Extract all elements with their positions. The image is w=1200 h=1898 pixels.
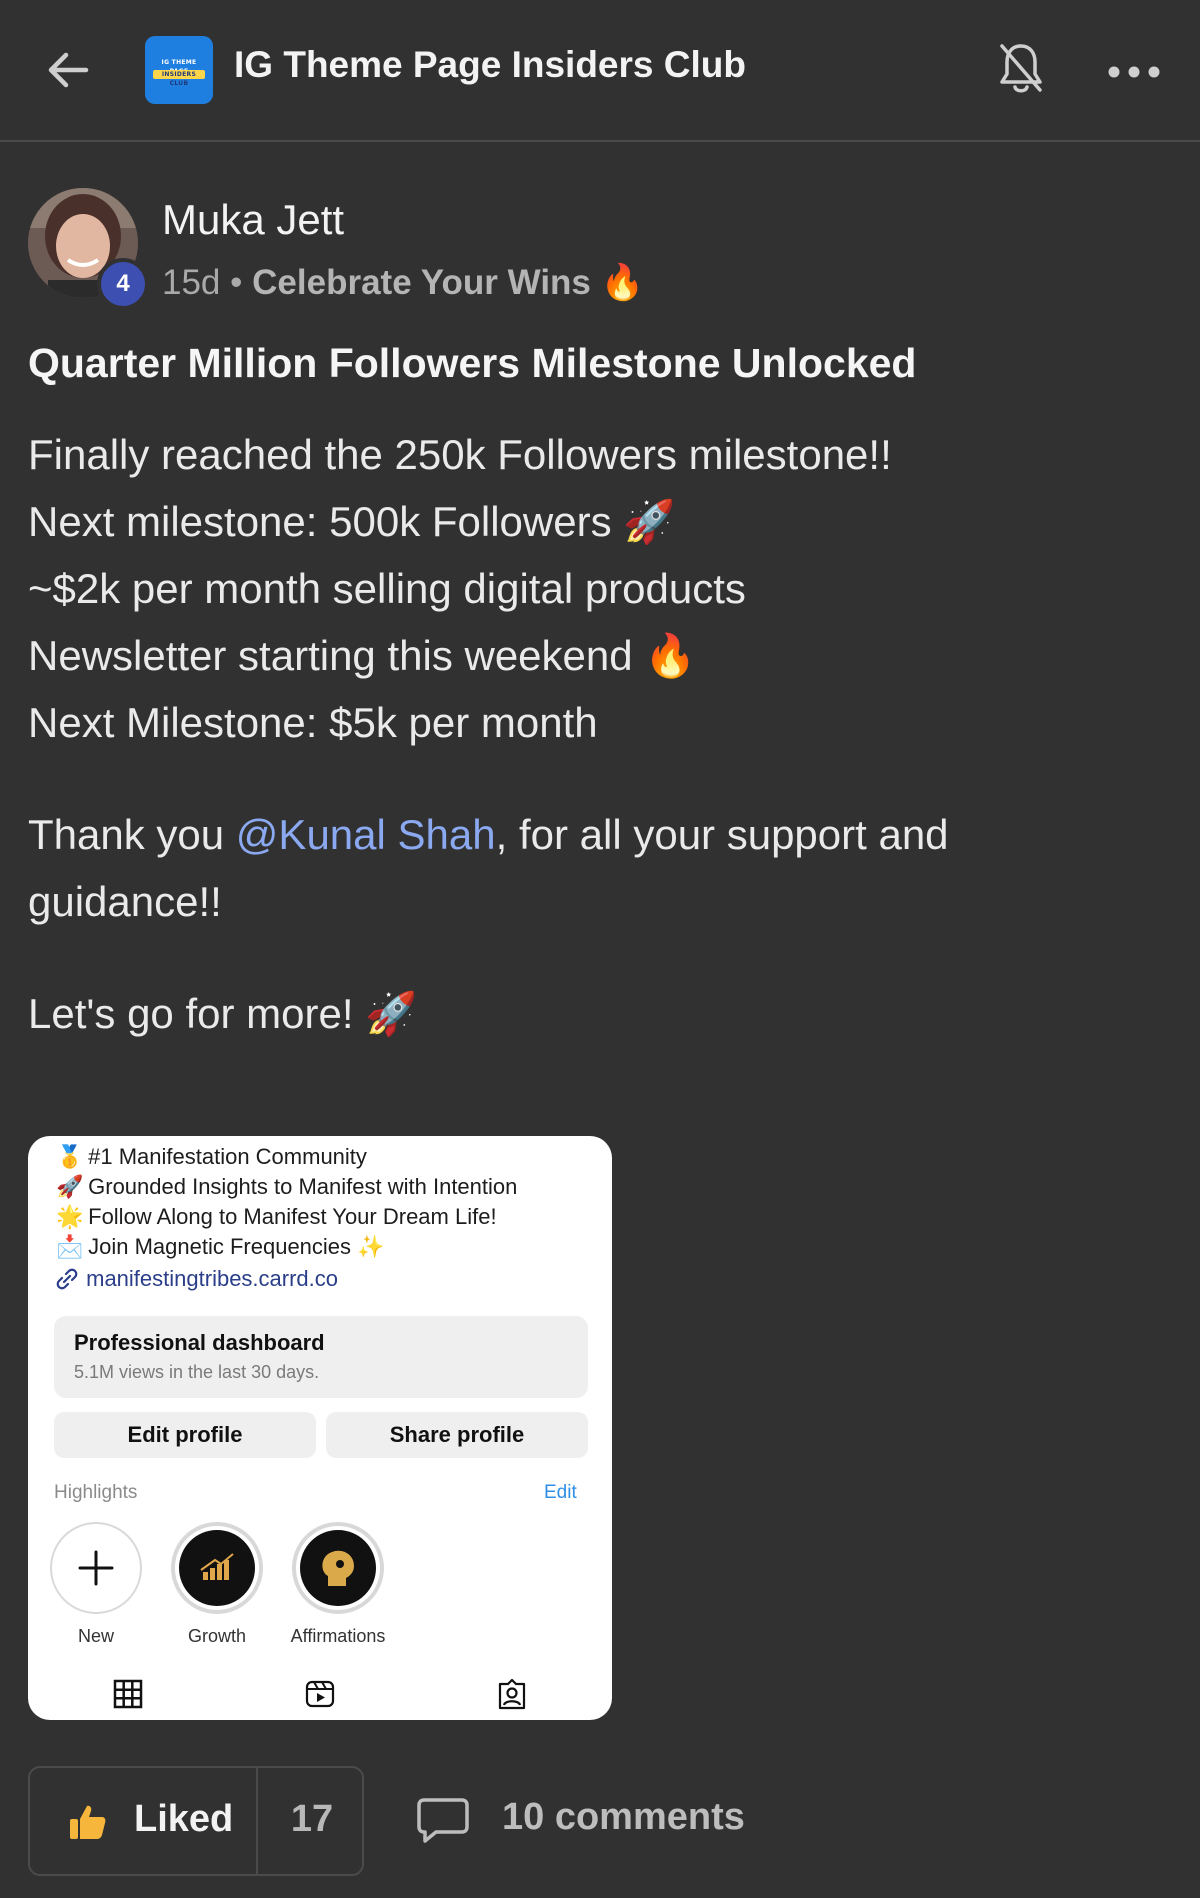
reels-icon [304, 1678, 336, 1710]
edit-profile-button: Edit profile [54, 1412, 316, 1458]
highlight-label: New [77, 1626, 114, 1646]
bio-text: #1 Manifestation Community [88, 1144, 367, 1169]
like-label: Liked [134, 1798, 234, 1840]
level-badge: 4 [97, 258, 149, 310]
post-age: 15d [162, 263, 221, 302]
meta-separator: • [230, 263, 243, 302]
like-button[interactable]: Liked [30, 1768, 256, 1874]
post-meta: 15d • Celebrate Your Wins 🔥 [162, 262, 644, 303]
highlights-edit-link: Edit [544, 1482, 577, 1503]
post-thanks-line: Thank you @Kunal Shah, for all your supp… [28, 805, 949, 865]
bio-emoji: 🥇 [56, 1144, 84, 1169]
highlight-label: Affirmations [290, 1626, 386, 1646]
professional-dashboard: Professional dashboard 5.1M views in the… [54, 1316, 588, 1398]
share-profile-button: Share profile [326, 1412, 588, 1458]
comments-count-label: 10 comments [502, 1796, 745, 1838]
bio-emoji: 🌟 [56, 1204, 84, 1229]
dashboard-subtitle: 5.1M views in the last 30 days. [74, 1362, 320, 1382]
post-title: Quarter Million Followers Milestone Unlo… [28, 340, 917, 386]
bio-text: Grounded Insights to Manifest with Inten… [88, 1174, 518, 1199]
logo-text-line1: IG THEME PAGE [161, 59, 197, 75]
attached-screenshot[interactable]: 🥇 #1 Manifestation Community 🚀 Grounded … [28, 1136, 612, 1720]
post-body-line: Newsletter starting this weekend 🔥 [28, 632, 697, 679]
notifications-muted-button[interactable] [996, 40, 1046, 98]
bio-line: 🥇 #1 Manifestation Community [56, 1144, 367, 1170]
highlight-new [50, 1522, 142, 1614]
top-bar: IG THEME PAGE INSIDERS CLUB IG Theme Pag… [0, 0, 1200, 142]
affirmations-cover [300, 1530, 376, 1606]
bio-link: manifestingtribes.carrd.co [54, 1266, 338, 1292]
group-title[interactable]: IG Theme Page Insiders Club [234, 44, 746, 86]
logo-text-line2: INSIDERS CLUB [153, 70, 205, 87]
bio-emoji: 📩 [56, 1234, 84, 1259]
thanks-suffix: , for all your support and [495, 811, 949, 858]
post-body-line: ~$2k per month selling digital products [28, 565, 746, 612]
post-closing-line: Let's go for more! 🚀 [28, 990, 418, 1037]
bio-text: Join Magnetic Frequencies ✨ [88, 1234, 385, 1259]
highlights-label: Highlights [54, 1482, 138, 1503]
grid-icon [112, 1678, 144, 1710]
tagged-icon [496, 1678, 528, 1710]
bio-line: 📩 Join Magnetic Frequencies ✨ [56, 1234, 385, 1260]
bio-line: 🌟 Follow Along to Manifest Your Dream Li… [56, 1204, 497, 1230]
group-logo[interactable]: IG THEME PAGE INSIDERS CLUB [145, 36, 213, 104]
bio-link-text: manifestingtribes.carrd.co [86, 1266, 339, 1291]
post-thanks-line-2: guidance!! [28, 878, 222, 925]
bio-text: Follow Along to Manifest Your Dream Life… [88, 1204, 497, 1229]
highlight-growth [171, 1522, 263, 1614]
user-mention-link[interactable]: @Kunal Shah [236, 811, 496, 858]
more-options-button[interactable] [1106, 52, 1162, 92]
comments-button[interactable]: 10 comments [412, 1790, 752, 1852]
highlight-affirmations [292, 1522, 384, 1614]
link-icon [56, 1268, 78, 1290]
like-control: Liked 17 [28, 1766, 364, 1876]
comment-bubble-icon [417, 1798, 469, 1843]
head-silhouette-icon [322, 1550, 354, 1586]
bio-line: 🚀 Grounded Insights to Manifest with Int… [56, 1174, 517, 1200]
plus-icon [78, 1550, 114, 1586]
like-count[interactable]: 17 [260, 1798, 364, 1841]
thanks-prefix: Thank you [28, 811, 236, 858]
post-body-line: Next milestone: 500k Followers 🚀 [28, 498, 676, 545]
back-button[interactable] [42, 44, 94, 96]
divider [256, 1768, 258, 1874]
dashboard-title: Professional dashboard [74, 1330, 325, 1355]
more-horizontal-icon [1108, 66, 1160, 78]
arrow-left-icon [48, 52, 89, 88]
author-name[interactable]: Muka Jett [162, 196, 344, 244]
growth-cover [179, 1530, 255, 1606]
thumbs-up-icon [70, 1805, 106, 1839]
post-body-line: Next Milestone: $5k per month [28, 699, 598, 746]
bell-off-icon [1000, 44, 1042, 93]
highlight-label: Growth [187, 1626, 247, 1646]
bar-chart-icon [200, 1553, 234, 1580]
bio-emoji: 🚀 [56, 1174, 84, 1199]
post-body-line: Finally reached the 250k Followers miles… [28, 431, 892, 478]
post-category[interactable]: Celebrate Your Wins 🔥 [252, 263, 644, 302]
